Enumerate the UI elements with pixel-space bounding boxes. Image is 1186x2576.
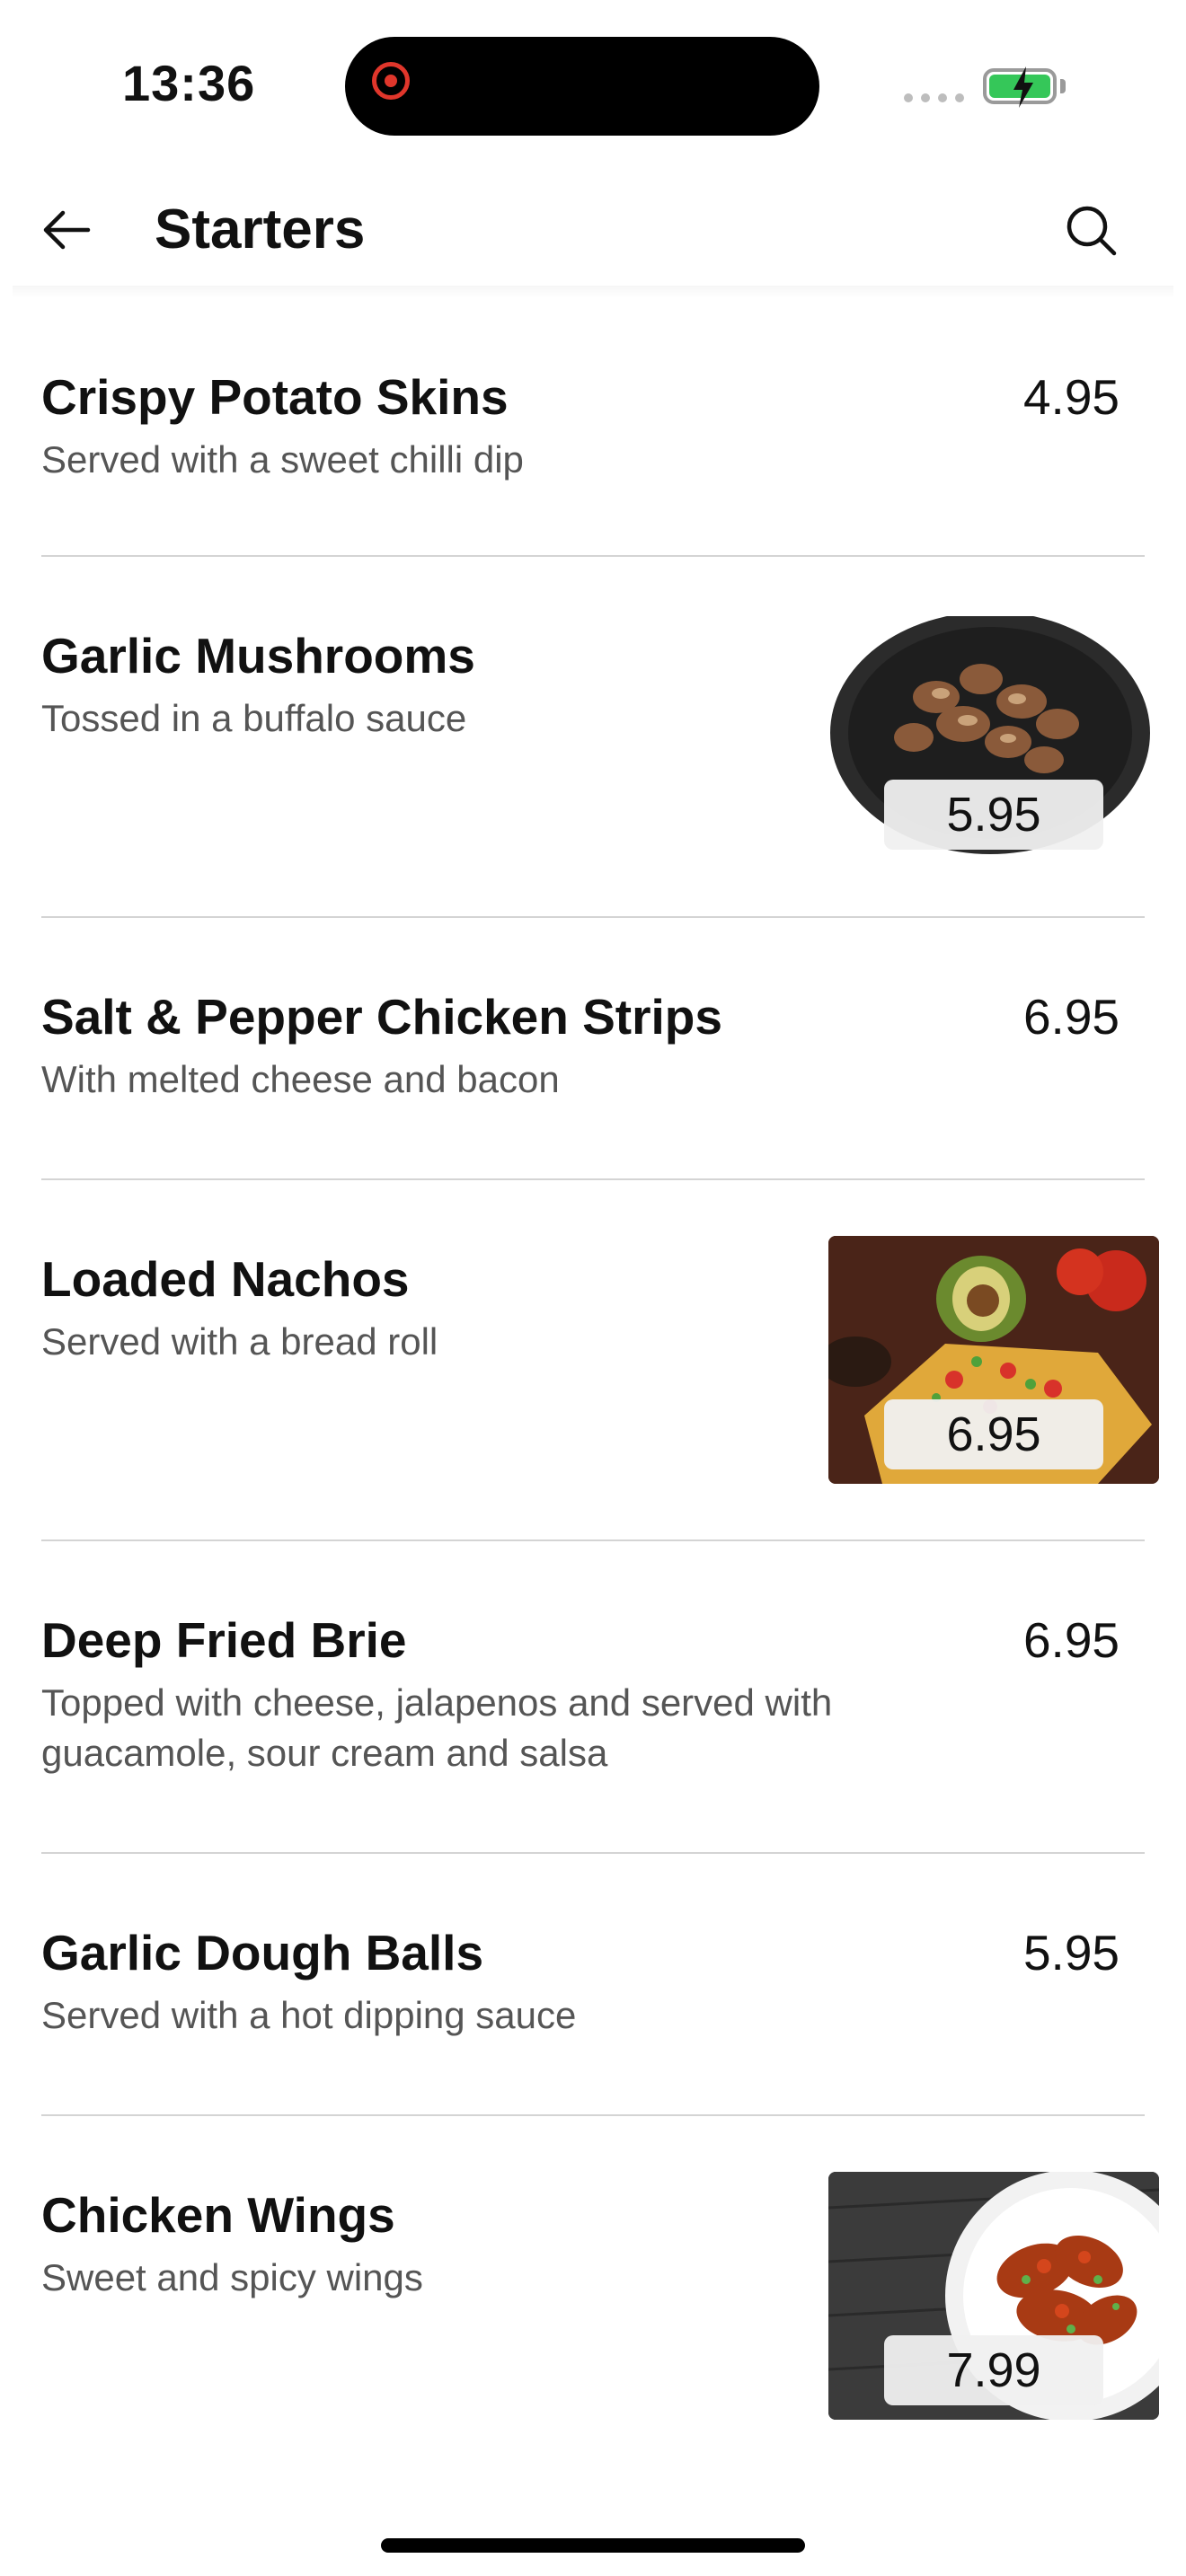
menu-item[interactable]: Chicken Wings Sweet and spicy wings 7.99 bbox=[41, 2116, 1159, 2477]
item-price: 6.95 bbox=[1022, 989, 1120, 1045]
item-price: 6.95 bbox=[1022, 1612, 1120, 1668]
garlic-mushrooms-photo: 5.95 bbox=[828, 616, 1159, 864]
item-name: Garlic Dough Balls bbox=[41, 1925, 484, 1981]
home-indicator[interactable] bbox=[381, 2538, 805, 2553]
item-name: Crispy Potato Skins bbox=[41, 369, 509, 425]
item-description: Tossed in a buffalo sauce bbox=[41, 697, 467, 739]
menu-item[interactable]: Crispy Potato Skins Served with a sweet … bbox=[41, 298, 1145, 557]
menu-item[interactable]: Loaded Nachos Served with a bread roll 6… bbox=[41, 1180, 1159, 1541]
item-description: Topped with cheese, jalapenos and served… bbox=[41, 1681, 833, 1774]
status-bar: 13:36 bbox=[0, 0, 1186, 162]
header-divider bbox=[13, 286, 1173, 298]
cellular-signal-icon bbox=[904, 93, 964, 102]
battery-charging-icon bbox=[983, 66, 1057, 108]
image-price-tag: 6.95 bbox=[884, 1399, 1103, 1469]
menu-list: Crispy Potato Skins Served with a sweet … bbox=[0, 298, 1186, 2477]
status-time: 13:36 bbox=[122, 55, 256, 111]
menu-item[interactable]: Deep Fried Brie Topped with cheese, jala… bbox=[41, 1541, 1145, 1854]
menu-item[interactable]: Garlic Mushrooms Tossed in a buffalo sau… bbox=[41, 557, 1159, 918]
loaded-nachos-photo: 6.95 bbox=[828, 1236, 1159, 1484]
dynamic-island bbox=[345, 37, 819, 136]
item-name: Garlic Mushrooms bbox=[41, 628, 475, 684]
search-button[interactable] bbox=[1060, 199, 1123, 262]
menu-item[interactable]: Garlic Dough Balls Served with a hot dip… bbox=[41, 1854, 1145, 2116]
battery-cap bbox=[1060, 79, 1066, 93]
back-button[interactable] bbox=[36, 203, 99, 257]
item-description: Served with a bread roll bbox=[41, 1320, 438, 1363]
image-price-tag: 7.99 bbox=[884, 2335, 1103, 2405]
item-description: With melted cheese and bacon bbox=[41, 1058, 560, 1100]
item-name: Chicken Wings bbox=[41, 2187, 395, 2243]
item-name: Salt & Pepper Chicken Strips bbox=[41, 989, 722, 1045]
item-description: Sweet and spicy wings bbox=[41, 2256, 423, 2298]
item-description: Served with a sweet chilli dip bbox=[41, 438, 524, 481]
item-price: 4.95 bbox=[1022, 369, 1120, 425]
page-title: Starters bbox=[155, 198, 366, 260]
menu-item[interactable]: Salt & Pepper Chicken Strips With melted… bbox=[41, 918, 1145, 1180]
item-price: 5.95 bbox=[1022, 1925, 1120, 1981]
item-name: Deep Fried Brie bbox=[41, 1612, 407, 1668]
search-icon bbox=[1067, 206, 1117, 256]
image-price-tag: 5.95 bbox=[884, 780, 1103, 850]
item-name: Loaded Nachos bbox=[41, 1251, 410, 1307]
item-description: Served with a hot dipping sauce bbox=[41, 1994, 577, 2036]
app-header: Starters bbox=[0, 162, 1186, 296]
screen-recording-icon bbox=[372, 62, 410, 100]
arrow-left-icon bbox=[43, 210, 91, 250]
chicken-wings-photo: 7.99 bbox=[828, 2172, 1159, 2420]
